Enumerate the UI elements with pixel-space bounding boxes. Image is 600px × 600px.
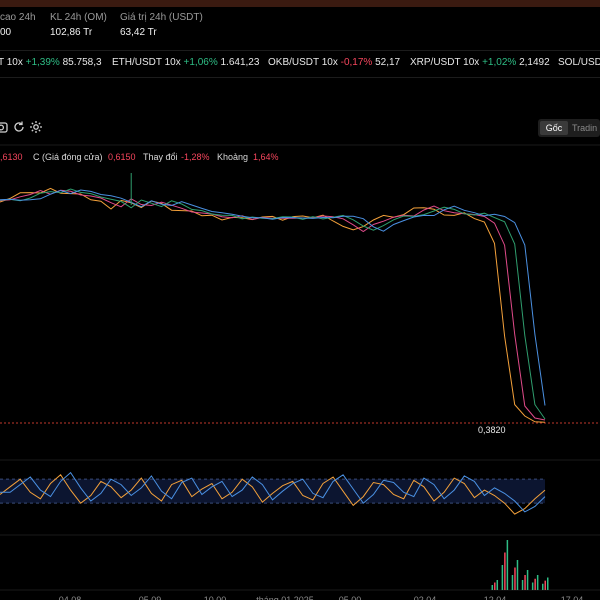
x-tick-label: 04 08 — [59, 595, 82, 600]
volume-bar — [526, 570, 529, 590]
volume-bar — [534, 578, 536, 590]
volume-bar — [511, 575, 514, 590]
x-tick-label: tháng 01 2025 — [256, 595, 314, 600]
volume-bar — [491, 585, 494, 590]
x-tick-label: 05 09 — [139, 595, 162, 600]
x-tick-label: 02 04 — [414, 595, 437, 600]
volume-pane — [491, 540, 549, 590]
volume-bar — [536, 575, 539, 590]
chart-grid — [0, 144, 600, 591]
current-price-label: 0,3820 — [478, 425, 506, 435]
price-series-line — [0, 189, 546, 421]
x-tick-label: 12 04 — [484, 595, 507, 600]
oscillator-pane — [0, 471, 546, 515]
volume-bar — [506, 540, 509, 590]
price-series-line — [0, 187, 546, 423]
price-series — [0, 173, 546, 423]
price-series-line — [0, 189, 546, 406]
volume-bar — [494, 582, 496, 590]
volume-bar — [544, 580, 546, 590]
volume-bar — [542, 583, 544, 590]
x-tick-label: 05 00 — [339, 595, 362, 600]
volume-bar — [531, 582, 534, 590]
x-tick-label: 17 04 — [561, 595, 584, 600]
volume-bar — [516, 560, 519, 590]
volume-bar — [496, 580, 499, 590]
price-chart[interactable]: 0,3820 04 08 05 09 10 00 tháng 01 2025 05 00… — [0, 0, 600, 600]
volume-bar — [521, 580, 524, 590]
volume-bar — [547, 577, 549, 590]
x-axis: 04 08 05 09 10 00 tháng 01 2025 05 00 02 04 12… — [59, 595, 584, 600]
volume-bar — [504, 552, 506, 590]
volume-bar — [524, 575, 526, 590]
volume-bar — [514, 567, 516, 590]
volume-bar — [501, 565, 504, 590]
price-series-line — [0, 188, 546, 420]
x-tick-label: 10 00 — [204, 595, 227, 600]
